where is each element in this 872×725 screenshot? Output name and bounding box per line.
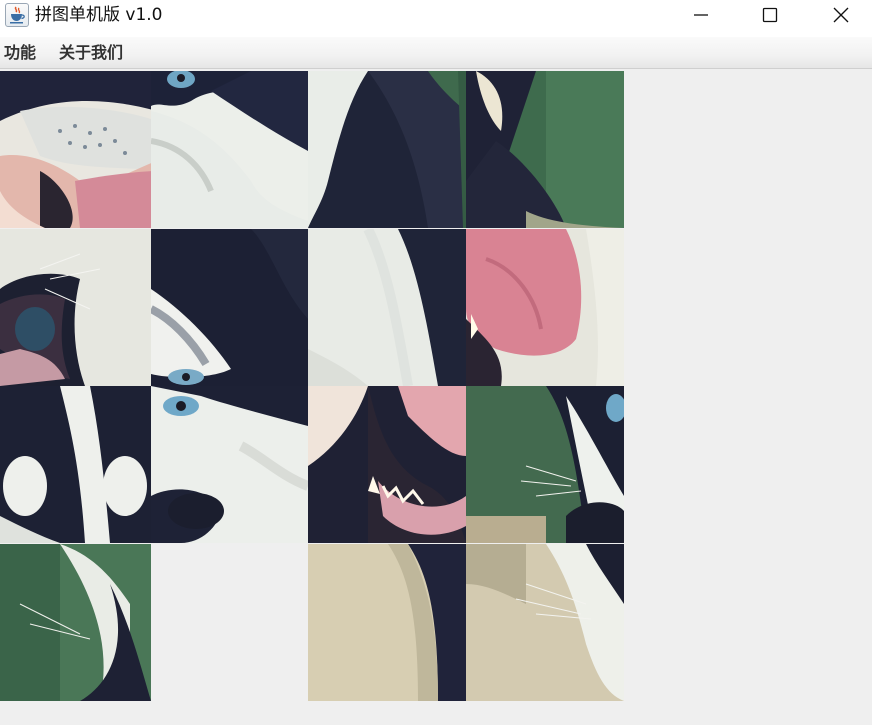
maximize-button[interactable] [735, 0, 805, 30]
puzzle-tile[interactable] [466, 544, 624, 701]
puzzle-tile[interactable] [466, 71, 624, 228]
minimize-button[interactable] [666, 0, 736, 30]
puzzle-tile[interactable] [151, 229, 308, 386]
puzzle-tile[interactable] [466, 229, 624, 386]
puzzle-tile[interactable] [308, 71, 466, 228]
minimize-icon [694, 14, 708, 16]
puzzle-tile[interactable] [0, 386, 151, 543]
puzzle-tile[interactable] [308, 386, 466, 543]
puzzle-tile[interactable] [308, 544, 466, 701]
menu-about-us[interactable]: 关于我们 [59, 37, 123, 69]
puzzle-tile[interactable] [0, 544, 151, 701]
puzzle-tile[interactable] [0, 71, 157, 228]
window-bottom-area [0, 701, 872, 725]
menu-function[interactable]: 功能 [4, 37, 36, 69]
puzzle-tile[interactable] [466, 386, 624, 543]
puzzle-tile[interactable] [308, 229, 466, 386]
menu-bar: 功能 关于我们 [0, 37, 872, 69]
java-cup-icon[interactable] [5, 3, 29, 27]
puzzle-tile[interactable] [151, 386, 308, 543]
puzzle-empty-slot[interactable] [151, 544, 308, 701]
puzzle-tile[interactable] [151, 71, 308, 228]
title-bar: 拼图单机版 v1.0 [0, 0, 872, 37]
maximize-icon [762, 7, 778, 23]
close-icon [833, 7, 849, 23]
puzzle-board [0, 71, 624, 701]
puzzle-tile[interactable] [0, 229, 151, 386]
close-button[interactable] [806, 0, 872, 30]
window-title: 拼图单机版 v1.0 [35, 5, 163, 25]
